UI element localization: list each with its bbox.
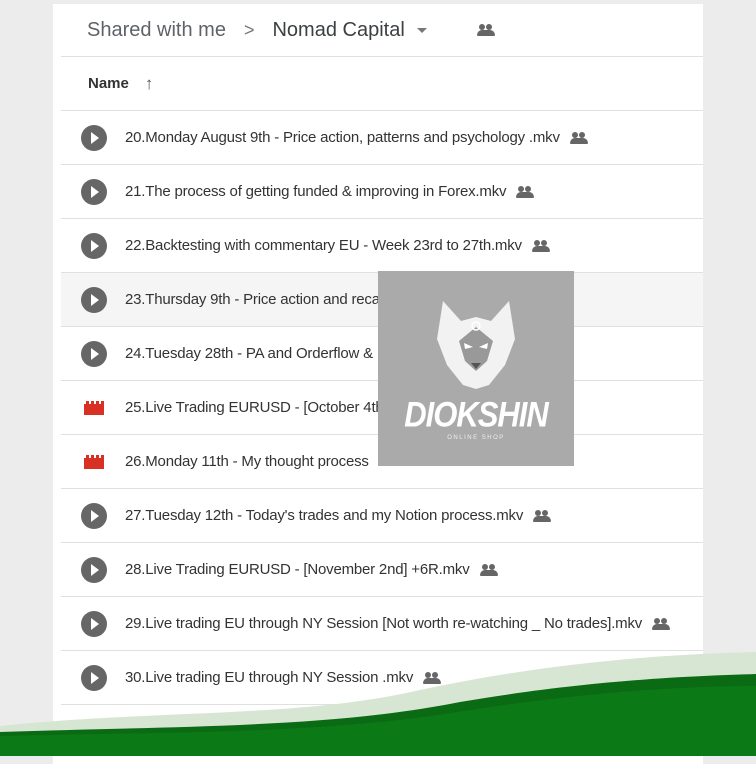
shared-people-icon — [479, 563, 498, 576]
file-name: 20.Monday August 9th - Price action, pat… — [125, 129, 560, 146]
shared-people-icon — [569, 131, 588, 144]
file-row[interactable]: 21.The process of getting funded & impro… — [61, 165, 703, 219]
video-play-icon — [81, 556, 107, 583]
file-name: 21.The process of getting funded & impro… — [125, 183, 507, 200]
file-name: 28.Live Trading EURUSD - [November 2nd] … — [125, 561, 470, 578]
file-row[interactable]: 20.Monday August 9th - Price action, pat… — [61, 111, 703, 165]
file-row[interactable]: 27.Tuesday 12th - Today's trades and my … — [61, 489, 703, 543]
dropdown-caret-icon[interactable] — [416, 27, 427, 33]
file-name: 26.Monday 11th - My thought process — [125, 453, 369, 470]
wolf-logo-icon — [437, 301, 515, 389]
file-row[interactable]: 28.Live Trading EURUSD - [November 2nd] … — [61, 543, 703, 597]
column-name-label: Name — [88, 75, 129, 92]
shared-people-icon — [516, 185, 535, 198]
breadcrumb-current-folder[interactable]: Nomad Capital — [272, 19, 404, 42]
video-play-icon — [81, 286, 107, 313]
file-row[interactable]: 22.Backtesting with commentary EU - Week… — [61, 219, 703, 273]
file-name: 25.Live Trading EURUSD - [October 4th] — [125, 399, 388, 416]
file-name: 29.Live trading EU through NY Session [N… — [125, 615, 643, 632]
watermark-logo: DIOKSHIN ONLINE SHOP — [378, 271, 574, 466]
video-play-icon — [81, 610, 107, 637]
video-play-icon — [81, 178, 107, 205]
watermark-brand: DIOKSHIN — [404, 394, 549, 435]
shared-people-icon — [476, 24, 495, 36]
video-play-icon — [81, 232, 107, 259]
shared-people-icon — [533, 509, 552, 522]
video-file-icon — [84, 400, 104, 415]
sort-ascending-icon[interactable]: ↑ — [145, 74, 154, 94]
video-file-icon — [84, 454, 104, 469]
decorative-wave — [0, 652, 756, 756]
shared-people-icon — [531, 239, 550, 252]
chevron-right-icon: > — [243, 19, 255, 40]
file-name: 23.Thursday 9th - Price action and reca — [125, 291, 380, 308]
shared-people-icon — [652, 617, 671, 630]
video-play-icon — [81, 340, 107, 367]
breadcrumb-shared-with-me[interactable]: Shared with me — [87, 19, 226, 42]
file-name: 27.Tuesday 12th - Today's trades and my … — [125, 507, 524, 524]
file-name: 22.Backtesting with commentary EU - Week… — [125, 237, 522, 254]
video-play-icon — [81, 124, 107, 151]
breadcrumb: Shared with me > Nomad Capital — [61, 4, 703, 57]
file-name: 24.Tuesday 28th - PA and Orderflow & — [125, 345, 373, 362]
column-header-name[interactable]: Name ↑ — [61, 57, 703, 111]
video-play-icon — [81, 502, 107, 529]
watermark-subtitle: ONLINE SHOP — [447, 435, 505, 441]
